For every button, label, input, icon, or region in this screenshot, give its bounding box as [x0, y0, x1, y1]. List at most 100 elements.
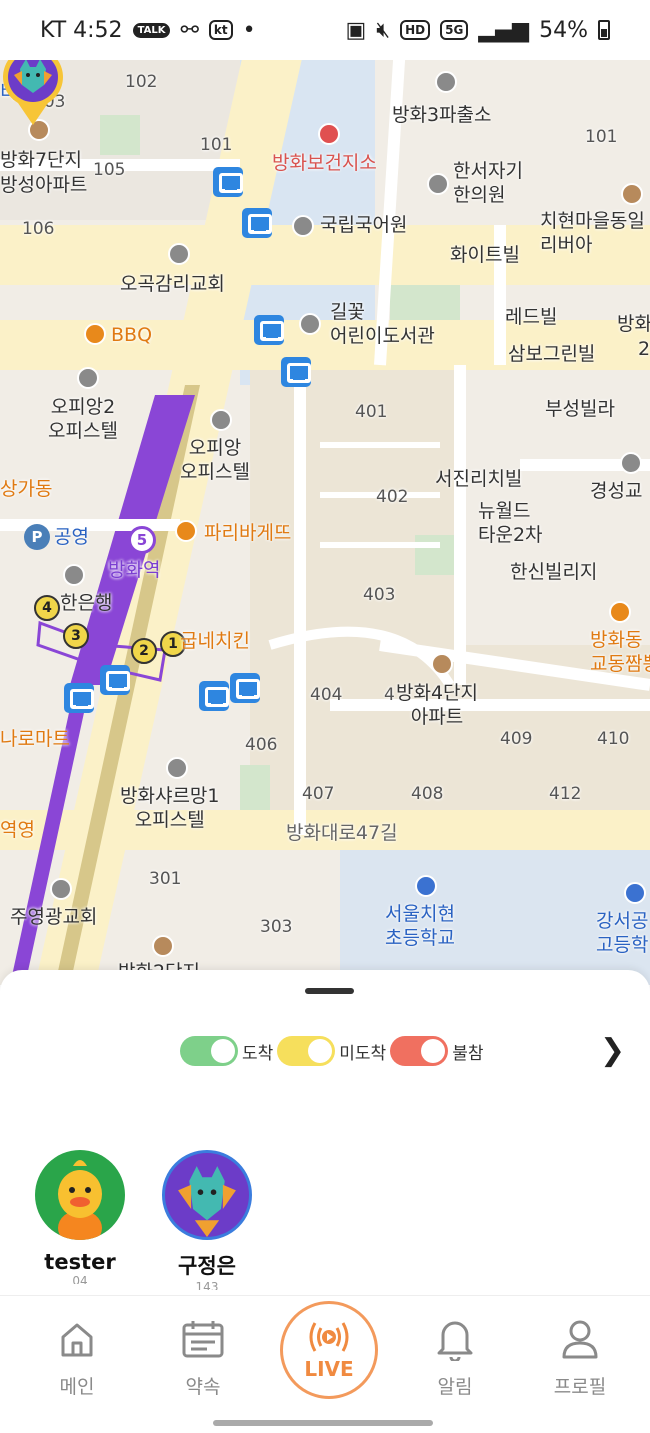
- library-icon: [299, 313, 321, 335]
- status-bar: KT 4:52 TALK ⚯ kt • ▣ 🔇︎ HD 5G ▂▄▆ 54%: [0, 0, 650, 60]
- map-view[interactable]: 102 103 101 105 106 101 비집 방화7단지 방성아파트 방…: [0, 45, 650, 985]
- status-legend: 도착 미도착 불참: [180, 1036, 487, 1066]
- mute-icon: 🔇︎: [376, 17, 391, 43]
- map-label: 부성빌라: [545, 398, 615, 420]
- map-label: 한신빌리지: [510, 561, 598, 583]
- map-label: 403: [363, 585, 396, 605]
- bus-stop-icon[interactable]: [199, 681, 229, 711]
- status-time: KT 4:52: [40, 17, 123, 43]
- apartment-icon: [152, 935, 174, 957]
- exit-2-icon[interactable]: 2: [131, 638, 157, 664]
- nav-home[interactable]: 메인: [22, 1316, 132, 1399]
- exit-4-icon[interactable]: 4: [34, 595, 60, 621]
- map-label: 303: [260, 917, 293, 937]
- bottom-navigation: 메인 약속 LIVE 알림 프로필: [0, 1295, 650, 1433]
- parking-icon: P: [24, 524, 50, 550]
- bus-stop-icon[interactable]: [281, 357, 311, 387]
- nav-profile[interactable]: 프로필: [525, 1316, 635, 1399]
- map-label: 408: [411, 784, 444, 804]
- map-label: 406: [245, 735, 278, 755]
- map-label: 삼보그린빌: [508, 343, 596, 365]
- bus-stop-icon[interactable]: [64, 683, 94, 713]
- church-icon: [620, 452, 642, 474]
- map-label: 나로마트: [0, 728, 70, 750]
- home-icon: [22, 1316, 132, 1362]
- map-label: 상가동: [0, 478, 53, 500]
- map-label: 오피앙2 오피스텔: [48, 396, 118, 442]
- exit-3-icon[interactable]: 3: [63, 623, 89, 649]
- nav-label: 약속: [185, 1376, 221, 1398]
- profile-icon: [525, 1316, 635, 1362]
- map-label: 굽네치킨: [180, 630, 250, 652]
- dragon-avatar-icon: [178, 1166, 236, 1237]
- map-label: 서울치현 초등학교: [385, 903, 455, 949]
- map-label: BBQ: [111, 324, 153, 346]
- map-label: 102: [125, 72, 158, 92]
- map-label: 방성아파트: [0, 174, 88, 196]
- nav-label: 프로필: [553, 1376, 607, 1398]
- battery-percent: 54%: [539, 17, 588, 43]
- apartment-icon: [431, 653, 453, 675]
- kakaotalk-icon: TALK: [132, 22, 171, 38]
- map-label: 파리바게뜨: [204, 522, 292, 544]
- bus-stop-icon[interactable]: [230, 673, 260, 703]
- map-label: 오피앙 오피스텔: [180, 437, 250, 483]
- map-label: 407: [302, 784, 335, 804]
- bus-stop-icon[interactable]: [100, 665, 130, 695]
- duck-avatar-icon: [58, 1160, 102, 1240]
- nav-promise[interactable]: 약속: [148, 1316, 258, 1399]
- map-label: 공영: [54, 526, 89, 548]
- bus-stop-icon[interactable]: [242, 208, 272, 238]
- nav-alarm[interactable]: 알림: [400, 1316, 510, 1399]
- map-label: 오곡감리교회: [120, 273, 225, 295]
- map-label: 401: [355, 402, 388, 422]
- arrived-toggle-icon: [180, 1036, 238, 1066]
- map-label: 주영광교회: [10, 906, 98, 928]
- institute-icon: [292, 215, 314, 237]
- map-label: 뉴월드 타운2차: [478, 500, 543, 546]
- legend-not-arrived: 미도착: [277, 1036, 386, 1066]
- member-item[interactable]: 구정은 143: [157, 1150, 257, 1290]
- map-label: 한서자기 한의원: [453, 160, 523, 206]
- system-home-indicator[interactable]: [213, 1420, 433, 1426]
- map-label: 106: [22, 219, 55, 239]
- live-label: LIVE: [304, 1357, 354, 1381]
- map-label: 방화: [617, 313, 650, 335]
- absent-toggle-icon: [390, 1036, 449, 1066]
- metro-line-icon[interactable]: 5: [128, 526, 156, 554]
- battery-icon: [598, 20, 610, 40]
- map-label: 409: [500, 729, 533, 749]
- avatar[interactable]: [162, 1150, 252, 1240]
- map-label: 방화4단지 아파트: [396, 682, 479, 728]
- map-label: 서진리치빌: [435, 468, 523, 490]
- map-label: 강서공 고등학: [596, 910, 649, 956]
- map-label: 412: [549, 784, 582, 804]
- legend-absent: 불참: [390, 1036, 483, 1066]
- map-label: 4: [384, 685, 395, 705]
- map-label: 402: [376, 487, 409, 507]
- bus-stop-icon[interactable]: [254, 315, 284, 345]
- map-label: 105: [93, 160, 126, 180]
- map-label: 301: [149, 869, 182, 889]
- road-label: 방화대로47길: [286, 822, 398, 844]
- office-icon: [210, 409, 232, 431]
- office-icon: [166, 757, 188, 779]
- legend-label: 미도착: [339, 1043, 387, 1064]
- map-label: 방화3파출소: [392, 104, 492, 126]
- avatar[interactable]: [35, 1150, 125, 1240]
- map-label: 방화7단지: [0, 149, 83, 171]
- chevron-right-icon[interactable]: ❯: [600, 1036, 625, 1066]
- member-item[interactable]: tester 04: [30, 1150, 130, 1284]
- sync-icon: ▣: [345, 17, 367, 43]
- map-label: 410: [597, 729, 630, 749]
- bus-stop-icon[interactable]: [213, 167, 243, 197]
- legend-label: 불참: [452, 1043, 484, 1064]
- live-button[interactable]: LIVE: [280, 1301, 378, 1399]
- school-icon: [624, 882, 646, 904]
- bakery-icon: [175, 520, 197, 542]
- member-name: tester: [44, 1250, 116, 1274]
- sheet-drag-handle[interactable]: [305, 988, 354, 994]
- map-label: 레드빌: [505, 306, 558, 328]
- bottom-sheet[interactable]: 도착 미도착 불참 ❯ tester 04 구정은 143: [0, 970, 650, 1295]
- bank-icon: [63, 564, 85, 586]
